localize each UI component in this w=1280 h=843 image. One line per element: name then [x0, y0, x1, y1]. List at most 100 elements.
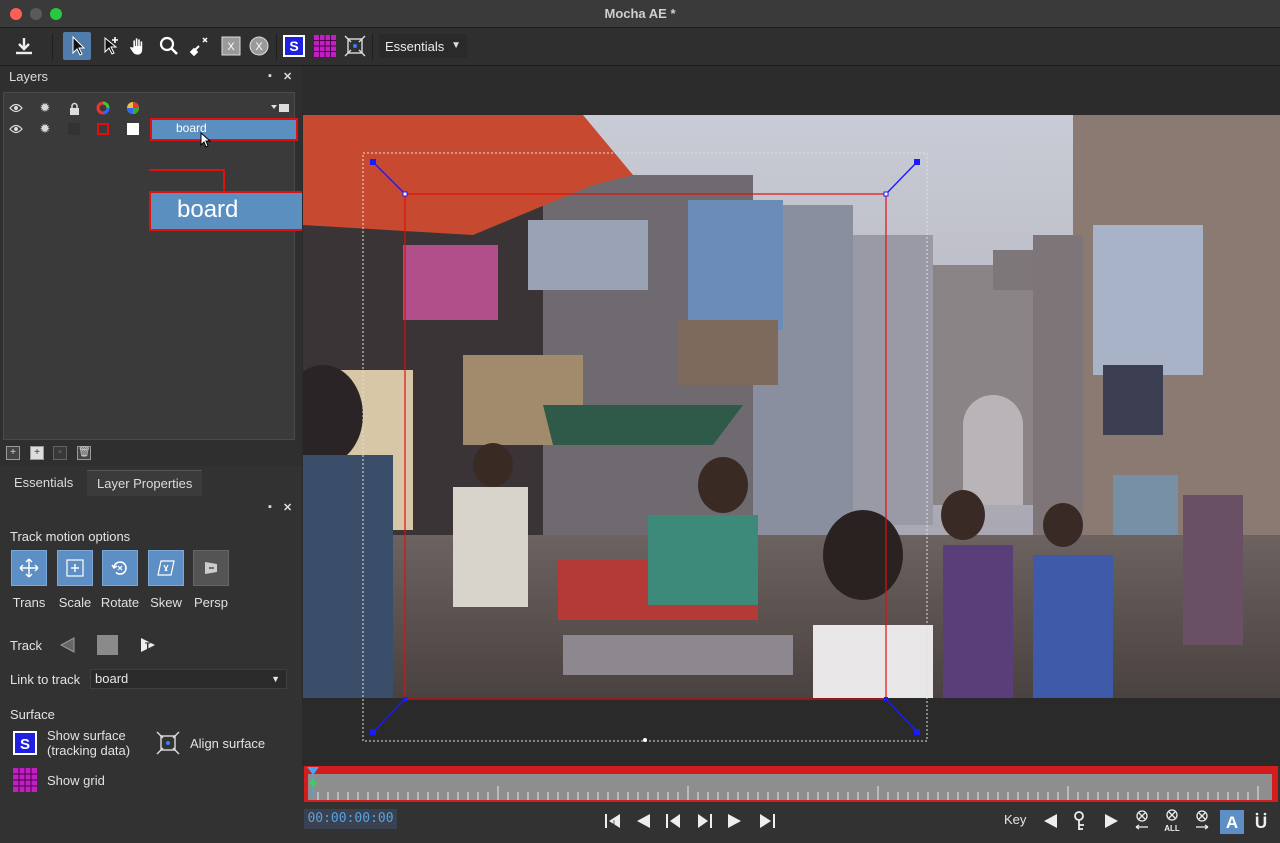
track-forwards-icon[interactable]: T	[138, 636, 158, 659]
track-label: Track	[10, 638, 43, 653]
update-keys-icon[interactable]: U	[1250, 810, 1272, 832]
new-layer-icon[interactable]: +	[30, 446, 44, 460]
mocha-app-window: Mocha AE * X X S Essentials ▼ Layers ▪ ✕…	[0, 0, 1280, 843]
delete-keys-before-icon[interactable]	[1131, 810, 1153, 832]
timeline-track[interactable]	[304, 766, 1278, 802]
x-spline-tool-icon[interactable]: X	[217, 32, 245, 60]
track-backwards-icon[interactable]	[57, 636, 77, 659]
next-keyframe-icon[interactable]	[1101, 810, 1123, 832]
workspace-label: Essentials	[385, 38, 445, 54]
layer-visibility-eye-icon[interactable]	[9, 122, 23, 136]
float-panel-icon[interactable]: ▪	[268, 70, 272, 82]
show-surface-icon[interactable]: S	[11, 729, 39, 757]
settings-gear-icon[interactable]: ✹	[38, 100, 52, 115]
create-spline-tool-icon[interactable]	[186, 32, 214, 60]
delete-keys-after-icon[interactable]	[1191, 810, 1213, 832]
workspace-dropdown[interactable]: Essentials ▼	[379, 34, 467, 58]
visibility-eye-icon[interactable]	[9, 101, 23, 115]
all-keys-label: ALL	[1164, 824, 1180, 833]
scale-label: Scale	[58, 595, 92, 610]
street-scene-image	[303, 115, 1280, 698]
align-surface-icon[interactable]	[154, 729, 182, 757]
layer-name-field[interactable]: board	[150, 118, 298, 141]
delete-all-keys-icon[interactable]: ALL	[1161, 809, 1183, 833]
play-backwards-icon[interactable]	[632, 810, 654, 832]
go-to-start-icon[interactable]: I	[602, 810, 624, 832]
close-panel-icon[interactable]: ✕	[283, 70, 292, 83]
chevron-down-icon: ▼	[451, 40, 461, 51]
timeline-ruler[interactable]	[308, 774, 1272, 800]
scale-icon	[66, 559, 84, 577]
step-forward-icon[interactable]	[694, 810, 716, 832]
show-surface-icon[interactable]: S	[280, 32, 308, 60]
mouse-cursor-icon	[200, 131, 212, 153]
skew-label: Skew	[150, 595, 182, 610]
add-point-tool-icon[interactable]	[96, 32, 124, 60]
tab-layer-properties[interactable]: Layer Properties	[87, 470, 203, 496]
persp-button[interactable]	[193, 550, 229, 586]
align-surface-icon[interactable]	[341, 32, 369, 60]
pick-tool-icon[interactable]	[63, 32, 91, 60]
save-download-icon[interactable]	[10, 32, 38, 60]
autokey-icon[interactable]: A	[1220, 810, 1244, 834]
translate-icon	[19, 558, 39, 578]
layer-matte-swatch[interactable]	[126, 122, 140, 136]
trans-label: Trans	[12, 595, 46, 610]
video-frame-image[interactable]	[303, 115, 1280, 698]
close-props-panel-icon[interactable]: ✕	[283, 501, 292, 514]
chevron-down-icon: ▼	[271, 674, 280, 684]
matte-color-icon[interactable]	[126, 101, 140, 115]
layers-list: ✹ ✹ board board	[3, 92, 307, 440]
trans-button[interactable]	[11, 550, 47, 586]
layer-color-swatch[interactable]	[96, 122, 110, 136]
zoom-tool-icon[interactable]	[155, 32, 183, 60]
svg-text:X: X	[227, 41, 235, 53]
timecode-field[interactable]: 00:00:00:00	[304, 809, 397, 829]
duplicate-layer-icon[interactable]: ▫	[53, 446, 67, 460]
show-surface-line2: (tracking data)	[47, 743, 131, 758]
persp-label: Persp	[194, 595, 228, 610]
add-keyframe-icon[interactable]	[1070, 810, 1092, 832]
go-to-end-icon[interactable]	[756, 810, 778, 832]
link-to-track-value: board	[95, 671, 129, 686]
stop-track-button[interactable]	[97, 635, 118, 655]
show-surface-label[interactable]: Show surface (tracking data)	[47, 728, 130, 758]
layer-row[interactable]: ✹ board	[4, 118, 298, 148]
layers-menu-icon[interactable]	[270, 101, 290, 115]
show-grid-label[interactable]: Show grid	[47, 773, 105, 788]
align-surface-label[interactable]: Align surface	[190, 736, 265, 751]
svg-text:I: I	[613, 820, 615, 827]
skew-button[interactable]	[148, 550, 184, 586]
surface-midpoint-handle	[643, 738, 647, 742]
float-props-panel-icon[interactable]: ▪	[268, 501, 272, 513]
svg-text:X: X	[255, 41, 263, 53]
previous-keyframe-icon[interactable]	[1039, 810, 1061, 832]
title-bar: Mocha AE *	[0, 0, 1280, 28]
link-to-track-dropdown[interactable]: board ▼	[90, 669, 287, 689]
pan-hand-tool-icon[interactable]	[124, 32, 152, 60]
viewer-panel[interactable]	[302, 66, 1280, 766]
layers-panel: Layers ▪ ✕ ✹ ✹ board board	[0, 66, 307, 442]
show-grid-icon[interactable]	[311, 32, 339, 60]
play-forwards-icon[interactable]	[724, 810, 746, 832]
zoom-callout-connector	[223, 171, 225, 193]
color-wheel-icon[interactable]	[96, 101, 110, 115]
link-to-track-label: Link to track	[10, 672, 81, 687]
layer-lock-toggle[interactable]	[67, 122, 81, 136]
new-folder-icon[interactable]: +	[6, 446, 20, 460]
playhead-icon	[307, 767, 319, 797]
tab-essentials[interactable]: Essentials	[4, 470, 83, 496]
props-tabs: Essentials Layer Properties	[0, 470, 302, 496]
layer-settings-gear-icon[interactable]: ✹	[38, 121, 52, 136]
trash-icon[interactable]: 🗑	[77, 446, 91, 460]
rotate-button[interactable]	[102, 550, 138, 586]
scale-button[interactable]	[57, 550, 93, 586]
zoom-callout-connector-h	[149, 169, 225, 171]
key-label: Key	[1004, 812, 1027, 827]
step-backward-icon[interactable]	[662, 810, 684, 832]
bezier-spline-tool-icon[interactable]: X	[245, 32, 273, 60]
surface-corner-handle	[370, 729, 376, 735]
lock-icon[interactable]	[67, 101, 81, 115]
layers-header-row: ✹	[4, 97, 294, 119]
show-grid-icon[interactable]	[11, 766, 39, 794]
